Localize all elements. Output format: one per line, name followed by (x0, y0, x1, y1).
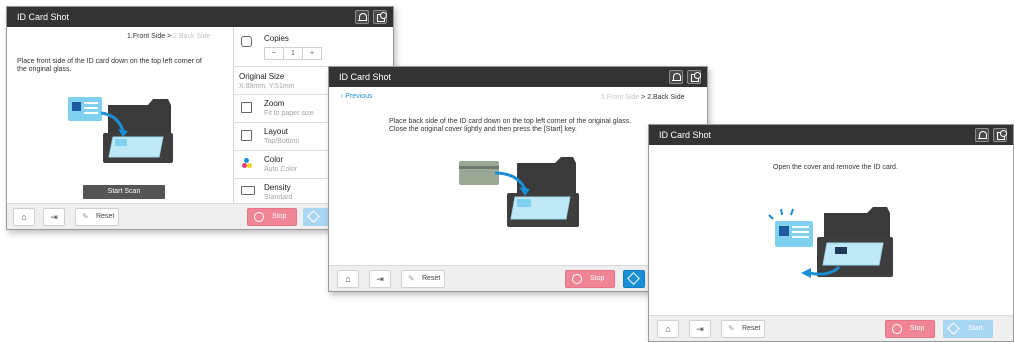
stop-icon (892, 324, 902, 334)
color-label: Color (264, 155, 284, 164)
original-size-label: Original Size (239, 72, 285, 81)
instruction-text: Place back side of the ID card down on t… (389, 118, 632, 133)
layout-label: Layout (264, 127, 289, 136)
stop-icon (572, 274, 582, 284)
copies-stepper: − 1 + (264, 47, 322, 60)
step-front: 1.Front Side (127, 33, 166, 40)
layout-icon (241, 130, 252, 141)
copies-minus-button[interactable]: − (265, 48, 283, 59)
instruction-text: Open the cover and remove the ID card. (773, 164, 898, 171)
window-title: ID Card Shot (17, 12, 70, 22)
zoom-icon (241, 102, 252, 113)
zoom-label: Zoom (264, 99, 285, 108)
scanner-illustration (459, 157, 579, 227)
job-list-icon[interactable] (993, 128, 1007, 142)
start-button[interactable] (623, 270, 645, 288)
step-front: 1.Front Side (601, 94, 640, 101)
reset-icon: ✎ (82, 212, 89, 221)
home-icon[interactable]: ⌂ (13, 208, 35, 226)
step-indicator: 1.Front Side > 2.Back Side (127, 33, 211, 40)
step-back: 2.Back Side (647, 94, 685, 101)
window-title: ID Card Shot (659, 130, 712, 140)
reset-icon: ✎ (728, 324, 735, 333)
scanner-illustration (68, 97, 173, 163)
copies-icon (241, 36, 252, 47)
logout-icon[interactable]: ⇥ (689, 320, 711, 338)
copies-value[interactable]: 1 (283, 48, 303, 59)
layout-value: Top/Bottom (264, 138, 300, 145)
logout-icon[interactable]: ⇥ (369, 270, 391, 288)
copies-label: Copies (264, 34, 289, 43)
step-back: 2.Back Side (173, 33, 211, 40)
start-icon (947, 322, 960, 335)
chevron-left-icon: ‹ (341, 93, 344, 100)
start-button[interactable]: Start (943, 320, 993, 338)
original-size-value: X:89mm, Y:51mm (239, 83, 295, 90)
scanner-illustration (768, 207, 893, 278)
title-bar: ID Card Shot (649, 125, 1013, 145)
window-title: ID Card Shot (339, 72, 392, 82)
screen-remove-card: ID Card Shot Open the cover and remove t… (648, 124, 1014, 342)
copies-row: Copies − 1 + (234, 27, 393, 67)
bottom-bar: ⌂ ⇥ ✎ Reset Stop Start (649, 315, 1013, 341)
stop-button[interactable]: Stop (885, 320, 935, 338)
step-separator: > (641, 94, 646, 101)
copies-plus-button[interactable]: + (303, 48, 321, 59)
title-bar: ID Card Shot (329, 67, 707, 87)
stop-button[interactable]: Stop (565, 270, 615, 288)
zoom-value: Fit to paper size (264, 110, 314, 117)
home-icon[interactable]: ⌂ (337, 270, 359, 288)
job-list-icon[interactable] (373, 10, 387, 24)
bell-icon[interactable] (975, 128, 989, 142)
bell-icon[interactable] (355, 10, 369, 24)
stop-icon (254, 212, 264, 222)
start-icon (627, 272, 640, 285)
reset-button[interactable]: ✎ Reset (721, 320, 765, 338)
title-bar: ID Card Shot (7, 7, 393, 27)
job-list-icon[interactable] (687, 70, 701, 84)
color-value: Auto Color (264, 166, 298, 173)
start-scan-button[interactable]: Start Scan (83, 185, 165, 199)
instruction-text: Place front side of the ID card down on … (17, 58, 202, 73)
stop-button[interactable]: Stop (247, 208, 297, 226)
home-icon[interactable]: ⌂ (657, 320, 679, 338)
reset-button[interactable]: ✎ Reset (401, 270, 445, 288)
reset-button[interactable]: ✎ Reset (75, 208, 119, 226)
density-label: Density (264, 183, 291, 192)
step-separator: > (167, 33, 172, 40)
density-value: Standard (264, 194, 293, 201)
density-icon (241, 186, 255, 195)
logout-icon[interactable]: ⇥ (43, 208, 65, 226)
bell-icon[interactable] (669, 70, 683, 84)
previous-link[interactable]: ‹ Previous (341, 93, 373, 100)
step-indicator: 1.Front Side > 2.Back Side (601, 94, 685, 101)
color-icon (242, 158, 254, 170)
start-icon (307, 210, 320, 223)
reset-icon: ✎ (408, 274, 415, 283)
